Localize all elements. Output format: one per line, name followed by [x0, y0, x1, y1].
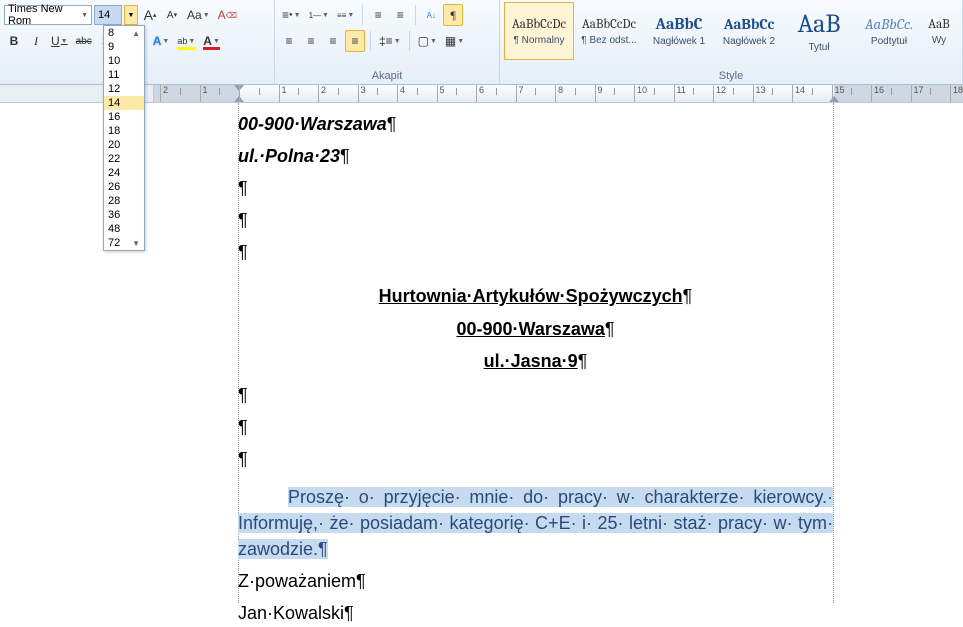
sort-button[interactable]: A↓ — [421, 4, 441, 26]
recipient-line1: Hurtownia·Artykułów·Spożywczych¶ — [238, 283, 833, 309]
align-right-button[interactable]: ≡ — [323, 30, 343, 52]
font-color-button[interactable]: A▼ — [200, 30, 223, 52]
style-normalny[interactable]: AaBbCcDc ¶ Normalny — [504, 2, 574, 60]
style-bez-odst[interactable]: AaBbCcDc ¶ Bez odst... — [574, 2, 644, 60]
highlight-button[interactable]: ab▼ — [174, 30, 198, 52]
size-opt-24[interactable]: 24 — [104, 166, 144, 180]
align-justify-button[interactable]: ≡ — [345, 30, 365, 52]
right-margin-guide — [833, 103, 834, 603]
recipient-line3: ul.·Jasna·9¶ — [238, 348, 833, 374]
underline-button[interactable]: U▼ — [48, 30, 71, 52]
increase-indent-button[interactable]: ≡ — [390, 4, 410, 26]
align-center-button[interactable]: ≡ — [301, 30, 321, 52]
page[interactable]: 00-900·Warszawa ul.·Polna·23 Hurtownia·A… — [153, 103, 943, 603]
size-opt-9[interactable]: 9 — [104, 40, 144, 54]
empty-para-4 — [238, 382, 833, 408]
font-name-combo[interactable]: Times New Rom ▼ — [4, 5, 92, 25]
font-size-value: 14 — [98, 9, 110, 21]
size-opt-20[interactable]: 20 — [104, 138, 144, 152]
size-opt-14[interactable]: 14 — [104, 96, 144, 110]
change-case-button[interactable]: Aa▼ — [184, 4, 213, 26]
clear-formatting-button[interactable]: A⌫ — [215, 4, 240, 26]
strike-button[interactable]: abc — [73, 30, 95, 52]
group-styles: AaBbCcDc ¶ Normalny AaBbCcDc ¶ Bez odst.… — [500, 0, 963, 84]
show-pilcrow-button[interactable]: ¶ — [443, 4, 463, 26]
size-opt-11[interactable]: 11 — [104, 68, 144, 82]
borders-button[interactable]: ▦▼ — [442, 30, 467, 52]
size-opt-16[interactable]: 16 — [104, 110, 144, 124]
shading-button[interactable]: ▢▼ — [415, 30, 440, 52]
size-opt-8[interactable]: 8▲ — [104, 26, 144, 40]
size-opt-48[interactable]: 48 — [104, 222, 144, 236]
group-paragraph: ≡●▼ 1—▼ ≡≡▼ ≡ ≡ A↓ ¶ ≡ ≡ ≡ ≡ ‡≡▼ ▢▼ ▦▼ — [275, 0, 500, 84]
style-tytul[interactable]: AaB Tytuł — [784, 2, 854, 60]
font-size-combo[interactable]: 14 — [94, 5, 122, 25]
empty-para-1 — [238, 175, 833, 201]
bold-button[interactable]: B — [4, 30, 24, 52]
group-label-styles: Style — [504, 70, 958, 84]
group-label-paragraph: Akapit — [279, 70, 495, 84]
style-podtytul[interactable]: AaBbCc. Podtytuł — [854, 2, 924, 60]
bullets-button[interactable]: ≡●▼ — [279, 4, 304, 26]
decrease-indent-button[interactable]: ≡ — [368, 4, 388, 26]
size-opt-36[interactable]: 36 — [104, 208, 144, 222]
multilevel-button[interactable]: ≡≡▼ — [334, 4, 357, 26]
grow-font-button[interactable]: A▴ — [140, 4, 160, 26]
text-effects-button[interactable]: A▼ — [150, 30, 173, 52]
size-opt-10[interactable]: 10 — [104, 54, 144, 68]
size-opt-72[interactable]: 72▼ — [104, 236, 144, 250]
size-opt-18[interactable]: 18 — [104, 124, 144, 138]
font-name-value: Times New Rom — [8, 3, 80, 27]
align-left-button[interactable]: ≡ — [279, 30, 299, 52]
closing-line: Z·poważaniem — [238, 568, 833, 594]
line-spacing-button[interactable]: ‡≡▼ — [376, 30, 404, 52]
styles-gallery: AaBbCcDc ¶ Normalny AaBbCcDc ¶ Bez odst.… — [504, 2, 958, 60]
size-opt-22[interactable]: 22 — [104, 152, 144, 166]
sender-addr-line2: ul.·Polna·23 — [238, 143, 833, 169]
empty-para-5 — [238, 414, 833, 440]
italic-button[interactable]: I — [26, 30, 46, 52]
style-wy[interactable]: AaB Wy — [924, 2, 954, 60]
body-paragraph: Proszę· o· przyjęcie· mnie· do· pracy· w… — [238, 484, 833, 562]
horizontal-ruler[interactable]: 21123456789101112131415161718 — [153, 85, 963, 102]
style-naglowek-2[interactable]: AaBbCc Nagłówek 2 — [714, 2, 784, 60]
size-opt-12[interactable]: 12 — [104, 82, 144, 96]
shrink-font-button[interactable]: A▾ — [162, 4, 182, 26]
numbering-button[interactable]: 1—▼ — [306, 4, 332, 26]
font-size-dropdown-list: 8▲ 9 10 11 12 14 16 18 20 22 24 26 28 36… — [103, 25, 145, 251]
empty-para-3 — [238, 239, 833, 265]
recipient-line2: 00-900·Warszawa¶ — [238, 316, 833, 342]
chevron-down-icon: ▼ — [80, 12, 88, 19]
sender-addr-line1: 00-900·Warszawa — [238, 111, 833, 137]
font-size-dropdown-button[interactable]: ▼ — [124, 5, 138, 25]
empty-para-2 — [238, 207, 833, 233]
style-naglowek-1[interactable]: AaBbC Nagłówek 1 — [644, 2, 714, 60]
size-opt-26[interactable]: 26 — [104, 180, 144, 194]
signature-line: Jan·Kowalski — [238, 600, 833, 626]
empty-para-6 — [238, 446, 833, 472]
size-opt-28[interactable]: 28 — [104, 194, 144, 208]
